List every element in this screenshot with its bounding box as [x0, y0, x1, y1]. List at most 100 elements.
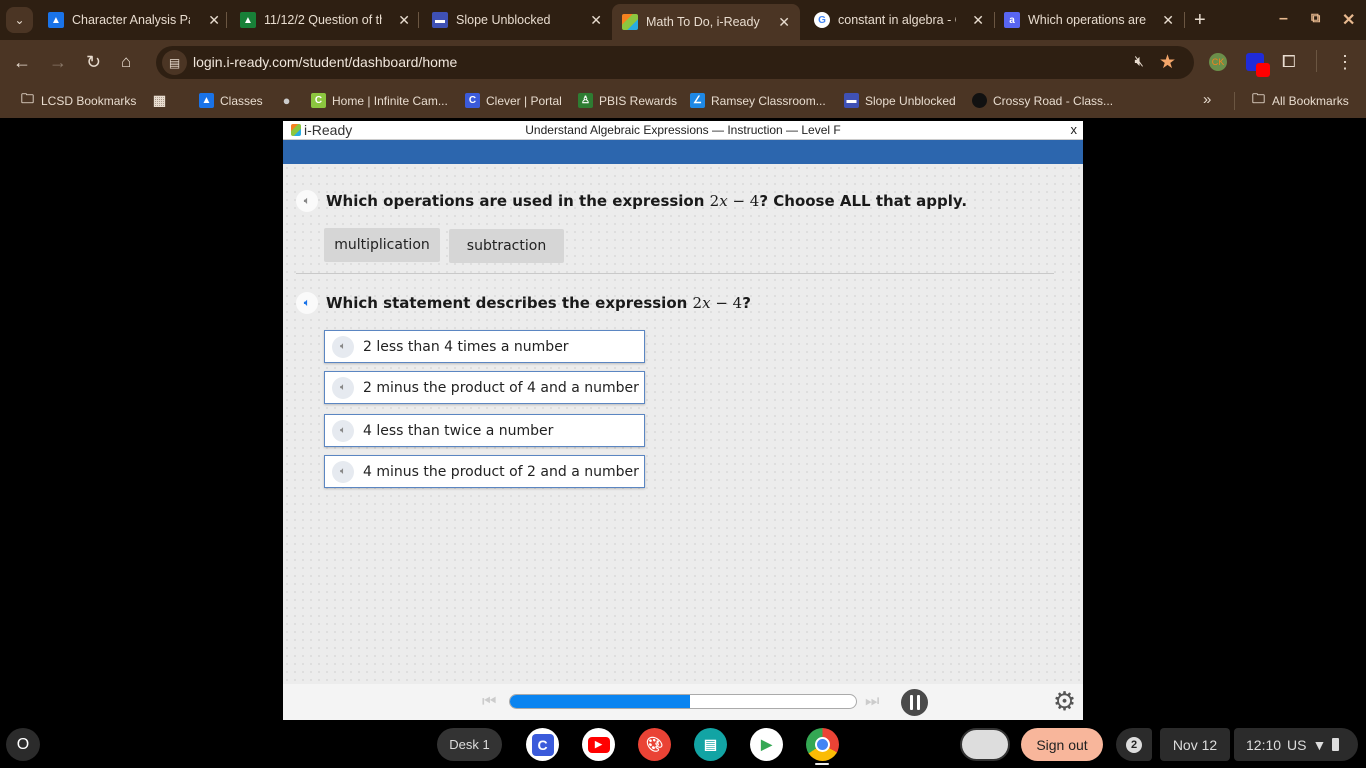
tab-title: 11/12/2 Question of th: [264, 13, 382, 27]
holding-space-button[interactable]: [960, 728, 1010, 761]
more-bookmarks-button[interactable]: »: [1203, 91, 1211, 108]
bookmark-lcsd-folder[interactable]: 🗀︎ LCSD Bookmarks: [20, 91, 136, 108]
math-expression: 2x − 4: [710, 192, 760, 210]
desk-button[interactable]: Desk 1: [437, 728, 502, 761]
tab-slope-unblocked[interactable]: ▬ Slope Unblocked ✕: [432, 6, 602, 34]
speaker-icon[interactable]: 🔈︎: [296, 292, 318, 314]
menu-kebab-icon[interactable]: ⋮: [1336, 53, 1354, 71]
bookmark-crossy-road[interactable]: Crossy Road - Class...: [972, 93, 1113, 108]
bookmark-globe[interactable]: ●: [279, 93, 300, 108]
bookmark-infinite-campus[interactable]: C Home | Infinite Cam...: [311, 93, 448, 108]
extension-ck-icon[interactable]: CK: [1209, 53, 1227, 71]
speaker-icon[interactable]: 🔈︎: [332, 460, 354, 483]
ramsey-icon: ∠: [690, 93, 705, 108]
bookmark-pbis[interactable]: ♙ PBIS Rewards: [578, 93, 677, 108]
tab-title: Which operations are u: [1028, 13, 1146, 27]
active-app-indicator: [815, 763, 829, 765]
bookmark-classes[interactable]: ▲ Classes: [199, 93, 263, 108]
speaker-icon[interactable]: 🔈︎: [332, 376, 354, 399]
tab-title: Math To Do, i-Ready: [646, 15, 760, 29]
reload-button[interactable]: ↻: [86, 52, 101, 72]
answer-option[interactable]: 🔈︎ 2 less than 4 times a number: [324, 330, 645, 363]
muted-tab-icon[interactable]: 🔇︎: [1135, 53, 1144, 70]
answer-option[interactable]: 🔈︎ 2 minus the product of 4 and a number: [324, 371, 645, 404]
tab-constant-in-algebra[interactable]: G constant in algebra - G ✕: [814, 6, 984, 34]
speaker-icon[interactable]: 🔈︎: [332, 419, 354, 442]
bookmark-label: Crossy Road - Class...: [993, 93, 1114, 108]
settings-gear-icon[interactable]: ⚙: [1051, 688, 1078, 715]
skip-forward-icon[interactable]: ⏭: [865, 693, 879, 711]
minimize-button[interactable]: –: [1279, 10, 1288, 28]
question-text-part: Which operations are used in the express…: [326, 192, 710, 210]
close-tab-icon[interactable]: ✕: [398, 12, 410, 29]
bookmark-separator: [1234, 92, 1235, 110]
bookmark-star-icon[interactable]: ★: [1159, 51, 1176, 74]
close-tab-icon[interactable]: ✕: [1162, 12, 1174, 29]
bookmark-slope[interactable]: ▬ Slope Unblocked: [844, 93, 956, 108]
option-text: 2 less than 4 times a number: [363, 338, 569, 355]
close-tab-icon[interactable]: ✕: [778, 14, 790, 31]
answer-chip-multiplication[interactable]: multiplication: [324, 228, 440, 262]
new-tab-button[interactable]: +: [1194, 6, 1206, 34]
restore-button[interactable]: ⧉: [1311, 10, 1320, 26]
site-info-icon[interactable]: ▤: [162, 50, 187, 75]
math-part: 2: [692, 294, 703, 312]
speaker-icon[interactable]: 🔈︎: [296, 190, 318, 212]
apps-grid-icon: ▦: [152, 92, 167, 108]
lesson-close-button[interactable]: x: [1071, 122, 1078, 137]
answer-option[interactable]: 🔈︎ 4 less than twice a number: [324, 414, 645, 447]
bookmark-ramsey[interactable]: ∠ Ramsey Classroom...: [690, 93, 826, 108]
clever-icon: C: [465, 93, 480, 108]
home-button[interactable]: ⌂: [121, 52, 131, 72]
chrome-app-icon[interactable]: [806, 728, 839, 761]
classroom-app-icon[interactable]: ▤: [694, 728, 727, 761]
tab-which-operations[interactable]: a Which operations are u ✕: [1004, 6, 1174, 34]
skip-back-icon[interactable]: ⏮: [482, 693, 496, 711]
bookmark-clever[interactable]: C Clever | Portal: [465, 93, 562, 108]
tab-search-button[interactable]: ⌄: [6, 7, 33, 33]
notification-count-badge: 2: [1126, 736, 1142, 753]
bookmark-apps[interactable]: ▦: [152, 92, 173, 108]
tab-iready-active[interactable]: Math To Do, i-Ready ✕: [612, 4, 800, 40]
date-tray[interactable]: Nov 12: [1160, 728, 1230, 761]
tab-title: Character Analysis Pa: [72, 13, 190, 27]
extension-blue-icon[interactable]: [1246, 53, 1270, 77]
status-tray[interactable]: 12:10 US ▼: [1234, 728, 1358, 761]
youtube-app-icon[interactable]: ▶: [582, 728, 615, 761]
lesson-progress-bar[interactable]: [509, 694, 857, 709]
question-divider: [296, 273, 1054, 274]
url-text[interactable]: login.i-ready.com/student/dashboard/home: [193, 54, 457, 70]
close-tab-icon[interactable]: ✕: [590, 12, 602, 29]
option-text: 4 minus the product of 2 and a number: [363, 463, 639, 480]
back-button[interactable]: ←: [13, 52, 31, 72]
tab-question-of-the-day[interactable]: ▲ 11/12/2 Question of th ✕: [240, 6, 410, 34]
bookmark-label: Slope Unblocked: [865, 93, 956, 108]
speaker-icon[interactable]: 🔈︎: [332, 335, 354, 358]
clever-app-icon[interactable]: C: [526, 728, 559, 761]
tab-separator: [994, 12, 995, 28]
tab-title: constant in algebra - G: [838, 13, 956, 27]
answer-option[interactable]: 🔈︎ 4 minus the product of 2 and a number: [324, 455, 645, 488]
slope-site-icon: ▬: [432, 12, 448, 28]
notifications-button[interactable]: 2: [1116, 728, 1152, 761]
launcher-button[interactable]: O: [6, 728, 40, 761]
all-bookmarks-button[interactable]: 🗀︎ All Bookmarks: [1251, 91, 1349, 108]
question-1-text: Which operations are used in the express…: [326, 192, 967, 210]
paint-app-icon[interactable]: 🎨︎: [638, 728, 671, 761]
extensions-puzzle-icon[interactable]: ⧠: [1282, 53, 1300, 71]
lesson-banner: [283, 140, 1083, 164]
tab-character-analysis[interactable]: ▲ Character Analysis Pa ✕: [48, 6, 220, 34]
close-tab-icon[interactable]: ✕: [972, 12, 984, 29]
close-tab-icon[interactable]: ✕: [208, 12, 220, 29]
pause-button[interactable]: [901, 689, 928, 716]
play-store-icon[interactable]: ▶: [750, 728, 783, 761]
address-bar[interactable]: ▤ login.i-ready.com/student/dashboard/ho…: [156, 46, 1194, 79]
answer-chip-subtraction[interactable]: subtraction: [449, 229, 564, 263]
window-close-button[interactable]: ✕: [1342, 10, 1355, 30]
progress-fill: [510, 695, 690, 708]
bookmark-label: Ramsey Classroom...: [711, 93, 826, 108]
slope-site-icon: ▬: [844, 93, 859, 108]
sign-out-button[interactable]: Sign out: [1021, 728, 1103, 761]
forward-button[interactable]: →: [49, 52, 67, 72]
option-text: 2 minus the product of 4 and a number: [363, 379, 639, 396]
